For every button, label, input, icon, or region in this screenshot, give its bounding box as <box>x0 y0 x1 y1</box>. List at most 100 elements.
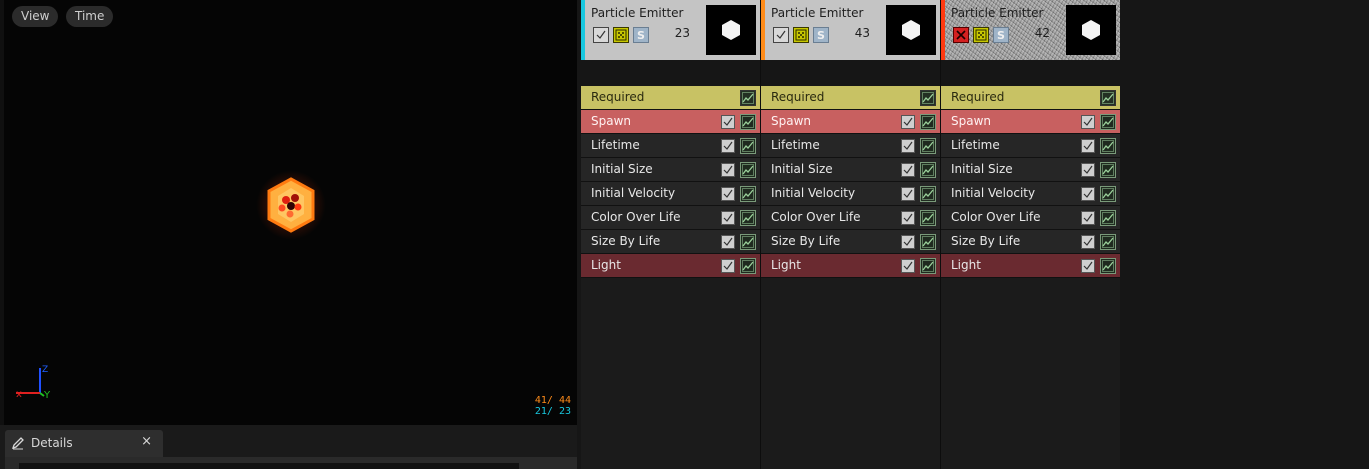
curve-editor-icon[interactable] <box>740 234 756 250</box>
emitter-column[interactable]: Particle Emitter S 42 Required Spawn Lifetim… <box>941 0 1121 469</box>
module-enable-checkbox[interactable] <box>901 163 915 177</box>
particle-preview-viewport[interactable]: View Time Z x Y 41/ 44 21/ 23 <box>0 0 577 425</box>
emitter-header[interactable]: Particle Emitter S 42 <box>941 0 1120 60</box>
module-enable-checkbox[interactable] <box>721 187 735 201</box>
emitter-solo-button[interactable]: S <box>813 27 829 43</box>
curve-editor-icon[interactable] <box>1100 114 1116 130</box>
module-enable-checkbox[interactable] <box>1081 163 1095 177</box>
module-row[interactable]: Lifetime <box>941 134 1120 158</box>
emitter-column[interactable]: Particle Emitter S 23 Required Spawn Lifetim… <box>581 0 761 469</box>
emitter-empty-space[interactable] <box>761 278 940 469</box>
details-tab[interactable]: Details × <box>5 430 163 457</box>
module-enable-checkbox[interactable] <box>1081 115 1095 129</box>
module-row[interactable]: Light <box>761 254 940 278</box>
emitter-disabled-icon[interactable] <box>953 27 969 43</box>
module-enable-checkbox[interactable] <box>721 235 735 249</box>
module-label: Color Over Life <box>951 210 1041 224</box>
curve-editor-icon[interactable] <box>1100 186 1116 202</box>
emitter-render-mode-icon[interactable] <box>973 27 989 43</box>
curve-editor-icon[interactable] <box>920 210 936 226</box>
curve-editor-icon[interactable] <box>920 258 936 274</box>
module-label: Required <box>771 90 825 104</box>
curve-editor-icon[interactable] <box>740 186 756 202</box>
module-row[interactable]: Lifetime <box>581 134 760 158</box>
emitter-header[interactable]: Particle Emitter S 23 <box>581 0 760 60</box>
module-row[interactable]: Initial Size <box>581 158 760 182</box>
module-enable-checkbox[interactable] <box>721 211 735 225</box>
curve-editor-icon[interactable] <box>740 114 756 130</box>
module-enable-checkbox[interactable] <box>1081 259 1095 273</box>
module-row[interactable]: Color Over Life <box>761 206 940 230</box>
module-row[interactable]: Initial Velocity <box>761 182 940 206</box>
curve-editor-icon[interactable] <box>1100 90 1116 106</box>
curve-editor-icon[interactable] <box>920 90 936 106</box>
module-enable-checkbox[interactable] <box>721 139 735 153</box>
curve-editor-icon[interactable] <box>920 234 936 250</box>
curve-editor-icon[interactable] <box>740 162 756 178</box>
module-row[interactable]: Initial Size <box>761 158 940 182</box>
module-row[interactable]: Light <box>941 254 1120 278</box>
module-enable-checkbox[interactable] <box>901 235 915 249</box>
module-enable-checkbox[interactable] <box>1081 139 1095 153</box>
curve-editor-icon[interactable] <box>920 186 936 202</box>
module-row[interactable]: Spawn <box>581 110 760 134</box>
close-icon[interactable]: × <box>141 434 152 449</box>
module-row[interactable]: Light <box>581 254 760 278</box>
module-row[interactable]: Size By Life <box>581 230 760 254</box>
emitter-empty-space[interactable] <box>581 278 760 469</box>
curve-editor-icon[interactable] <box>1100 258 1116 274</box>
details-body <box>5 457 577 469</box>
emitter-empty-space[interactable] <box>941 278 1120 469</box>
view-menu-button[interactable]: View <box>12 6 59 27</box>
curve-editor-icon[interactable] <box>920 114 936 130</box>
module-row[interactable]: Color Over Life <box>941 206 1120 230</box>
emitter-header[interactable]: Particle Emitter S 43 <box>761 0 940 60</box>
module-row[interactable]: Lifetime <box>761 134 940 158</box>
module-row[interactable]: Required <box>941 86 1120 110</box>
module-row[interactable]: Size By Life <box>941 230 1120 254</box>
module-enable-checkbox[interactable] <box>901 211 915 225</box>
module-row[interactable]: Spawn <box>761 110 940 134</box>
time-menu-button[interactable]: Time <box>66 6 114 27</box>
curve-editor-icon[interactable] <box>920 162 936 178</box>
module-enable-checkbox[interactable] <box>901 139 915 153</box>
curve-editor-icon[interactable] <box>740 90 756 106</box>
emitter-enable-checkbox[interactable] <box>593 27 609 43</box>
emitter-color-accent <box>581 0 585 60</box>
hexagon-thumbnail-icon <box>1082 20 1100 40</box>
emitter-render-mode-icon[interactable] <box>613 27 629 43</box>
module-enable-checkbox[interactable] <box>901 115 915 129</box>
module-enable-checkbox[interactable] <box>1081 235 1095 249</box>
module-enable-checkbox[interactable] <box>1081 211 1095 225</box>
curve-editor-icon[interactable] <box>1100 138 1116 154</box>
module-enable-checkbox[interactable] <box>901 187 915 201</box>
module-row[interactable]: Size By Life <box>761 230 940 254</box>
module-enable-checkbox[interactable] <box>901 259 915 273</box>
module-row[interactable]: Spawn <box>941 110 1120 134</box>
module-enable-checkbox[interactable] <box>1081 187 1095 201</box>
module-row[interactable]: Color Over Life <box>581 206 760 230</box>
curve-editor-icon[interactable] <box>1100 210 1116 226</box>
module-enable-checkbox[interactable] <box>721 163 735 177</box>
emitter-toggle-group: S <box>593 27 649 43</box>
module-row[interactable]: Required <box>581 86 760 110</box>
emitter-enable-checkbox[interactable] <box>773 27 789 43</box>
emitter-solo-button[interactable]: S <box>633 27 649 43</box>
module-row[interactable]: Required <box>761 86 940 110</box>
empty-emitter-area[interactable] <box>1120 0 1369 469</box>
curve-editor-icon[interactable] <box>1100 234 1116 250</box>
module-enable-checkbox[interactable] <box>721 259 735 273</box>
curve-editor-icon[interactable] <box>740 138 756 154</box>
module-row[interactable]: Initial Velocity <box>941 182 1120 206</box>
curve-editor-icon[interactable] <box>1100 162 1116 178</box>
module-row[interactable]: Initial Size <box>941 158 1120 182</box>
emitter-column[interactable]: Particle Emitter S 43 Required Spawn Lifetim… <box>761 0 941 469</box>
details-search-bar[interactable] <box>19 463 519 469</box>
curve-editor-icon[interactable] <box>740 210 756 226</box>
module-row[interactable]: Initial Velocity <box>581 182 760 206</box>
curve-editor-icon[interactable] <box>920 138 936 154</box>
emitter-solo-button[interactable]: S <box>993 27 1009 43</box>
module-enable-checkbox[interactable] <box>721 115 735 129</box>
curve-editor-icon[interactable] <box>740 258 756 274</box>
emitter-render-mode-icon[interactable] <box>793 27 809 43</box>
